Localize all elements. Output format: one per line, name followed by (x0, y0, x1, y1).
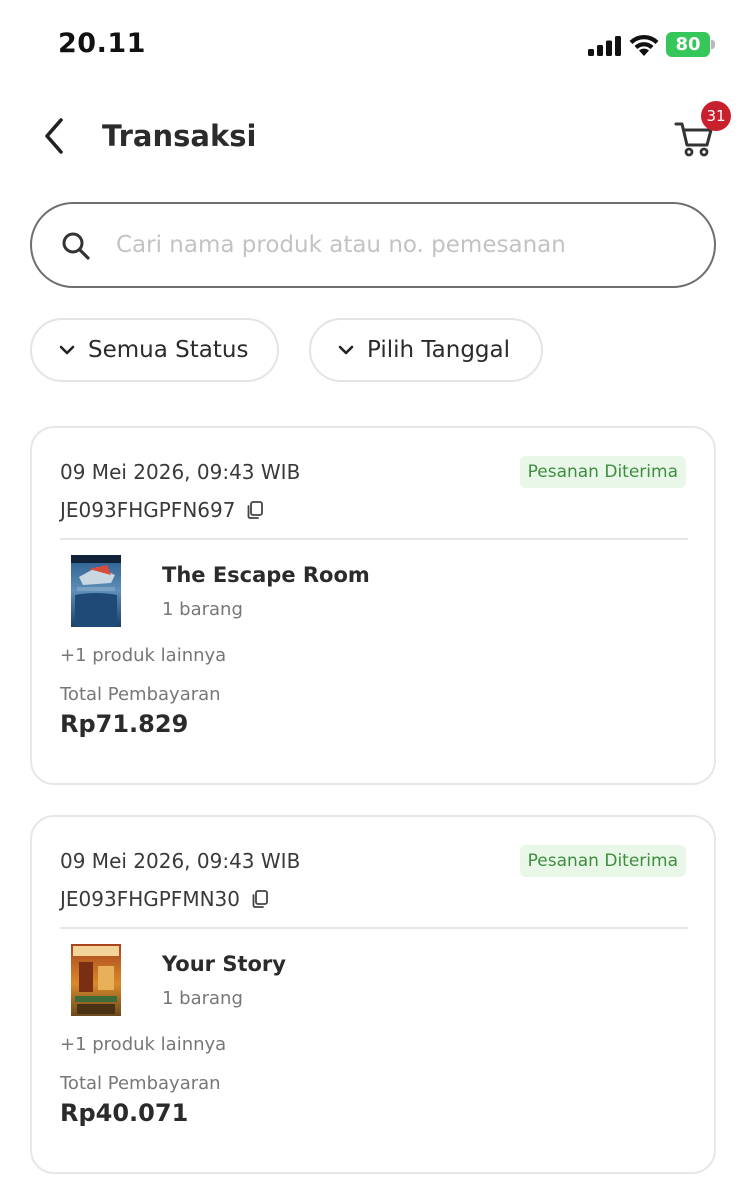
search-bar[interactable] (30, 202, 716, 288)
item-title: The Escape Room (162, 563, 370, 587)
transaction-card[interactable]: 09 Mei 2026, 09:43 WIB JE093FHGPFMN30 Pe… (30, 815, 716, 1174)
battery-level: 80 (666, 32, 710, 57)
item-title: Your Story (162, 952, 286, 976)
order-number-text: JE093FHGPFN697 (60, 498, 236, 522)
transaction-date: 09 Mei 2026, 09:43 WIB (60, 460, 301, 484)
item-quantity: 1 barang (162, 599, 243, 620)
total-payment-label: Total Pembayaran (60, 684, 221, 705)
order-number-text: JE093FHGPFMN30 (60, 887, 240, 911)
cellular-signal-icon (588, 36, 621, 56)
order-number: JE093FHGPFN697 (60, 498, 265, 522)
date-filter-label: Pilih Tanggal (367, 337, 511, 363)
copy-icon[interactable] (245, 500, 265, 520)
order-number: JE093FHGPFMN30 (60, 887, 270, 911)
transaction-date: 09 Mei 2026, 09:43 WIB (60, 849, 301, 873)
status-filter-label: Semua Status (88, 337, 249, 363)
back-button[interactable] (34, 112, 74, 160)
total-payment-value: Rp40.071 (60, 1099, 189, 1127)
status-badge: Pesanan Diterima (519, 456, 686, 488)
more-products-text: +1 produk lainnya (60, 645, 227, 666)
status-filter-dropdown[interactable]: Semua Status (30, 318, 279, 382)
chevron-down-icon (59, 345, 75, 355)
item-quantity: 1 barang (162, 988, 243, 1009)
status-badge: Pesanan Diterima (519, 845, 686, 877)
search-input[interactable] (116, 224, 676, 266)
date-filter-dropdown[interactable]: Pilih Tanggal (309, 318, 543, 382)
status-bar: 20.11 80 (0, 0, 745, 90)
transaction-card[interactable]: 09 Mei 2026, 09:43 WIB JE093FHGPFN697 Pe… (30, 426, 716, 785)
book-cover-image (71, 555, 121, 627)
cart-count-badge: 31 (701, 101, 731, 131)
total-payment-label: Total Pembayaran (60, 1073, 221, 1094)
battery-icon: 80 (666, 32, 716, 57)
status-time: 20.11 (58, 28, 146, 59)
book-cover-image (71, 944, 121, 1016)
chevron-down-icon (338, 345, 354, 355)
wifi-icon (629, 34, 659, 56)
search-icon (62, 232, 90, 260)
more-products-text: +1 produk lainnya (60, 1034, 227, 1055)
battery-tip (711, 40, 715, 49)
divider (60, 927, 688, 929)
chevron-left-icon (45, 118, 63, 154)
divider (60, 538, 688, 540)
total-payment-value: Rp71.829 (60, 710, 189, 738)
page-title: Transaksi (102, 119, 257, 153)
copy-icon[interactable] (250, 889, 270, 909)
